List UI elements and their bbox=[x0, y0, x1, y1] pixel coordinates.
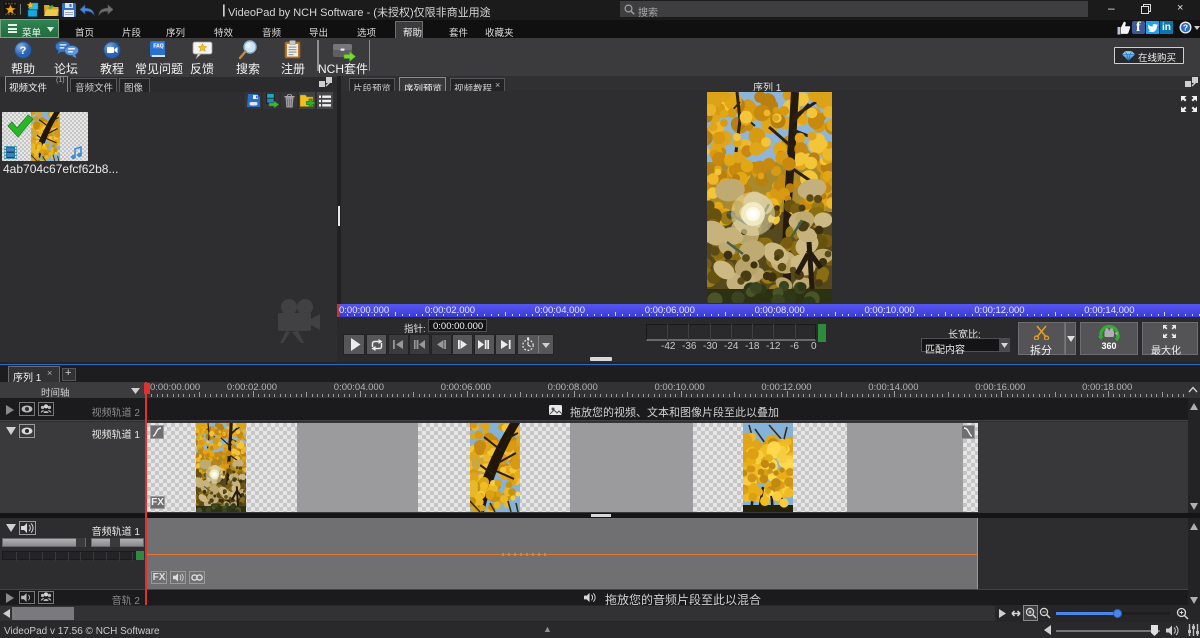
svg-text:FAQ: FAQ bbox=[153, 44, 163, 50]
svg-text:?: ? bbox=[1183, 23, 1188, 33]
svg-text:?: ? bbox=[20, 45, 27, 57]
